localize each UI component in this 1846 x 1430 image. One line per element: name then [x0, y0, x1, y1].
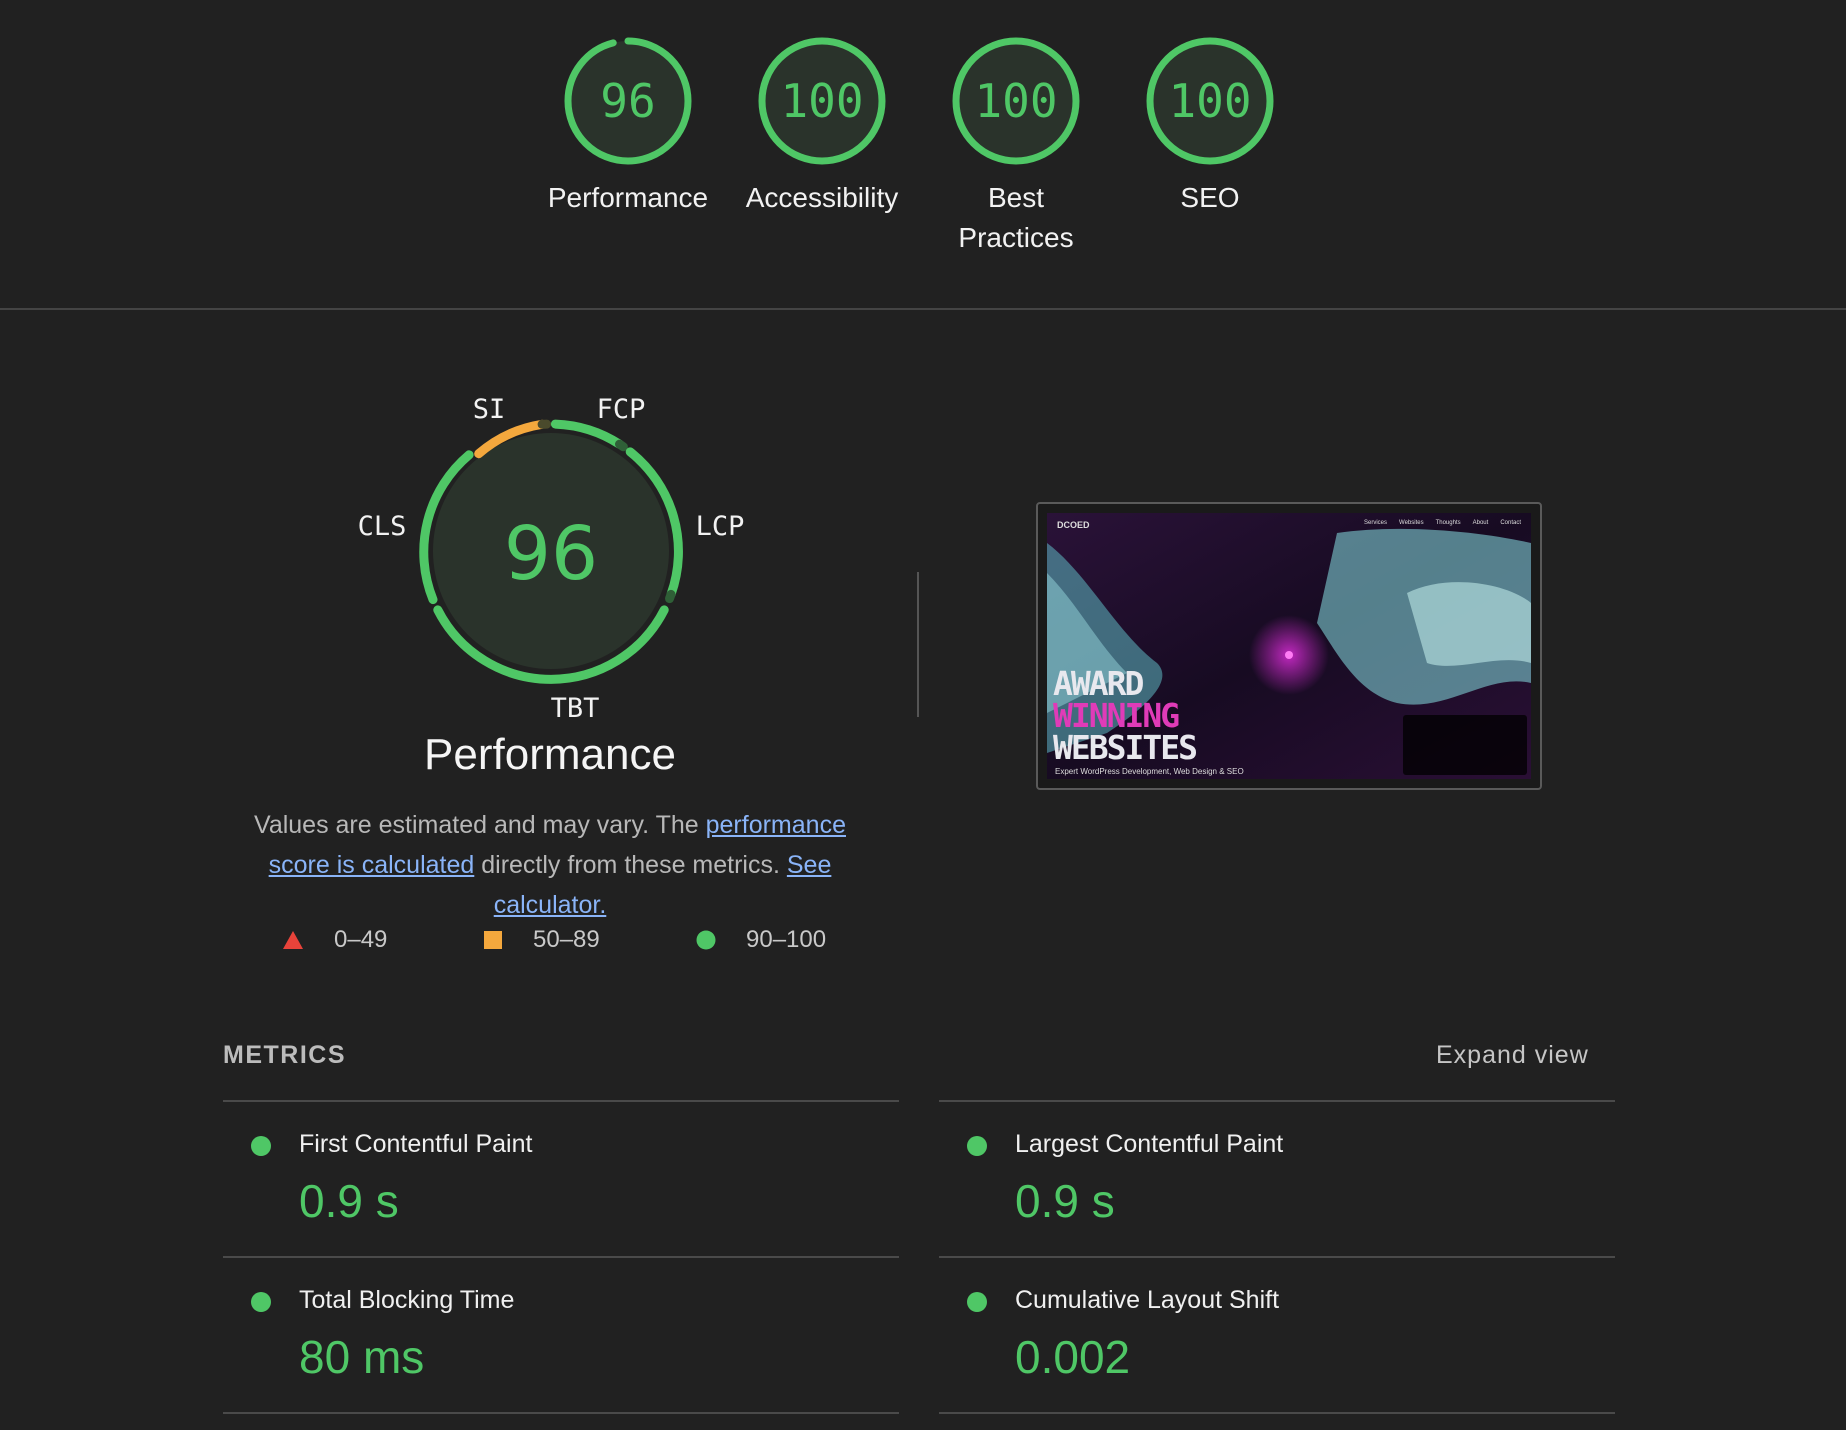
performance-gauge-ring: 96	[564, 37, 692, 165]
triangle-icon	[283, 931, 303, 949]
pass-circle-icon	[967, 1292, 987, 1312]
screenshot-nav-item: Services	[1364, 520, 1388, 526]
metric-name: Total Blocking Time	[299, 1286, 515, 1314]
screenshot-nav-item: About	[1472, 520, 1489, 526]
pass-circle-icon	[967, 1136, 987, 1156]
metric-tbt[interactable]: Total Blocking Time 80 ms	[223, 1256, 899, 1413]
performance-main-score: 96	[504, 511, 598, 597]
best-practices-score: 100	[974, 74, 1057, 128]
metric-value: 0.9 s	[1015, 1175, 1115, 1227]
performance-gauge[interactable]: 96 Performance	[528, 36, 728, 218]
seo-score: 100	[1168, 74, 1251, 128]
metric-lcp[interactable]: Largest Contentful Paint 0.9 s	[939, 1100, 1615, 1257]
final-screenshot[interactable]: DCOED Services Websites Thoughts About C…	[1036, 502, 1542, 790]
legend-pass: 90–100	[696, 920, 826, 960]
metric-name: Largest Contentful Paint	[1015, 1130, 1284, 1158]
accessibility-gauge-ring: 100	[758, 37, 886, 165]
seo-gauge[interactable]: 100 SEO	[1110, 36, 1310, 218]
screenshot-image: DCOED Services Websites Thoughts About C…	[1047, 513, 1531, 779]
performance-score: 96	[600, 74, 655, 128]
seo-gauge-ring: 100	[1146, 37, 1274, 165]
accessibility-label: Accessibility	[745, 182, 899, 213]
seo-label: SEO	[1180, 182, 1240, 213]
metric-value: 0.002	[1015, 1331, 1131, 1383]
screenshot-hero-heading: AWARD WINNING WEBSITES	[1053, 664, 1198, 767]
si-label: SI	[473, 394, 506, 425]
metric-fcp[interactable]: First Contentful Paint 0.9 s	[223, 1100, 899, 1257]
tbt-label: TBT	[551, 693, 600, 724]
best-practices-label: Best Practices	[958, 182, 1074, 253]
vertical-divider	[917, 572, 919, 717]
metric-value: 0.9 s	[299, 1175, 399, 1227]
metrics-divider	[939, 1412, 1615, 1414]
performance-description: Values are estimated and may vary. The p…	[254, 811, 846, 919]
metric-value: 80 ms	[299, 1331, 425, 1383]
screenshot-nav: DCOED Services Websites Thoughts About C…	[1047, 517, 1531, 533]
screenshot-logo: DCOED	[1057, 520, 1090, 530]
fcp-label: FCP	[597, 394, 646, 425]
legend-fail: 0–49	[282, 920, 387, 960]
performance-title: Performance	[424, 730, 676, 779]
circle-icon	[696, 930, 716, 950]
metrics-header: METRICS	[223, 1041, 346, 1069]
screenshot-cookie-banner	[1403, 715, 1527, 775]
square-icon	[484, 931, 502, 949]
screenshot-nav-item: Websites	[1399, 520, 1424, 526]
pass-circle-icon	[251, 1292, 271, 1312]
accessibility-score: 100	[780, 74, 863, 128]
best-practices-gauge-ring: 100	[952, 37, 1080, 165]
metric-cls[interactable]: Cumulative Layout Shift 0.002	[939, 1256, 1615, 1413]
metrics-divider	[223, 1412, 899, 1414]
screenshot-nav-item: Thoughts	[1435, 520, 1461, 526]
screenshot-nav-item: Contact	[1500, 520, 1521, 526]
category-scores-bar: 96 Performance 100 Accessibility 100 Bes…	[0, 0, 1846, 310]
legend-average: 50–89	[483, 920, 600, 960]
screenshot-hero-subtitle: Expert WordPress Development, Web Design…	[1055, 767, 1244, 776]
cls-label: CLS	[358, 511, 407, 542]
lcp-label: LCP	[696, 511, 745, 542]
metric-name: Cumulative Layout Shift	[1015, 1286, 1280, 1314]
best-practices-gauge[interactable]: 100 Best Practices	[916, 36, 1116, 258]
metric-name: First Contentful Paint	[299, 1130, 533, 1158]
performance-main-gauge: 96 SI FCP LCP CLS TBT	[358, 394, 745, 724]
pass-circle-icon	[251, 1136, 271, 1156]
performance-label: Performance	[547, 182, 709, 213]
accessibility-gauge[interactable]: 100 Accessibility	[722, 36, 922, 218]
expand-view-button[interactable]: Expand view	[1436, 1041, 1589, 1070]
